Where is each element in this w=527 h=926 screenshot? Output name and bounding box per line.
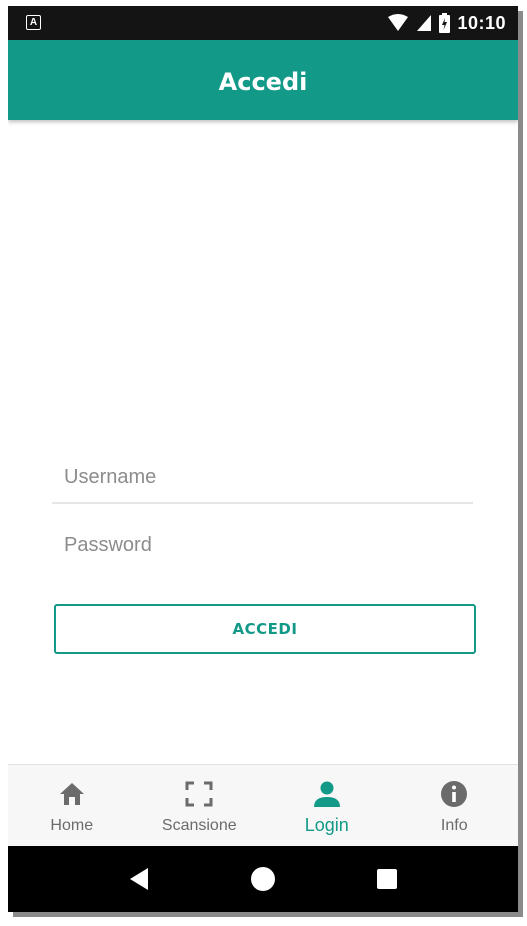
home-icon bbox=[57, 779, 87, 809]
home-circle-icon[interactable] bbox=[250, 866, 276, 892]
phone-screen: A 10:10 Accedi ACCEDI bbox=[8, 6, 518, 912]
login-button[interactable]: ACCEDI bbox=[54, 604, 476, 654]
nav-label-info: Info bbox=[440, 817, 468, 834]
nav-label-home: Home bbox=[50, 817, 94, 834]
status-bar: A 10:10 bbox=[8, 6, 518, 40]
wifi-icon bbox=[388, 14, 409, 31]
nav-label-login: Login bbox=[304, 815, 349, 835]
recents-square-icon[interactable] bbox=[376, 868, 398, 890]
info-icon bbox=[439, 779, 469, 809]
scan-frame-icon bbox=[184, 779, 214, 809]
app-bar: Accedi bbox=[8, 40, 518, 120]
password-field-container bbox=[52, 520, 473, 570]
status-icons: 10:10 bbox=[387, 12, 506, 34]
nav-item-home[interactable]: Home bbox=[8, 765, 136, 847]
a-notification-icon: A bbox=[26, 15, 41, 30]
username-input[interactable] bbox=[52, 452, 473, 502]
nav-item-info[interactable]: Info bbox=[391, 765, 519, 847]
nav-item-scan[interactable]: Scansione bbox=[136, 765, 264, 847]
signal-icon bbox=[417, 15, 432, 31]
nav-item-login[interactable]: Login bbox=[263, 765, 391, 847]
status-time: 10:10 bbox=[457, 12, 506, 33]
system-navigation-bar bbox=[8, 846, 518, 912]
nav-label-scan: Scansione bbox=[161, 817, 237, 834]
person-icon bbox=[312, 779, 342, 809]
battery-charging-icon bbox=[439, 13, 451, 33]
password-input[interactable] bbox=[52, 520, 473, 570]
username-field-container bbox=[52, 452, 473, 504]
bottom-navigation: Home Scansione Login Info bbox=[8, 764, 518, 847]
page-title: Accedi bbox=[218, 68, 308, 96]
back-icon[interactable] bbox=[128, 867, 150, 891]
